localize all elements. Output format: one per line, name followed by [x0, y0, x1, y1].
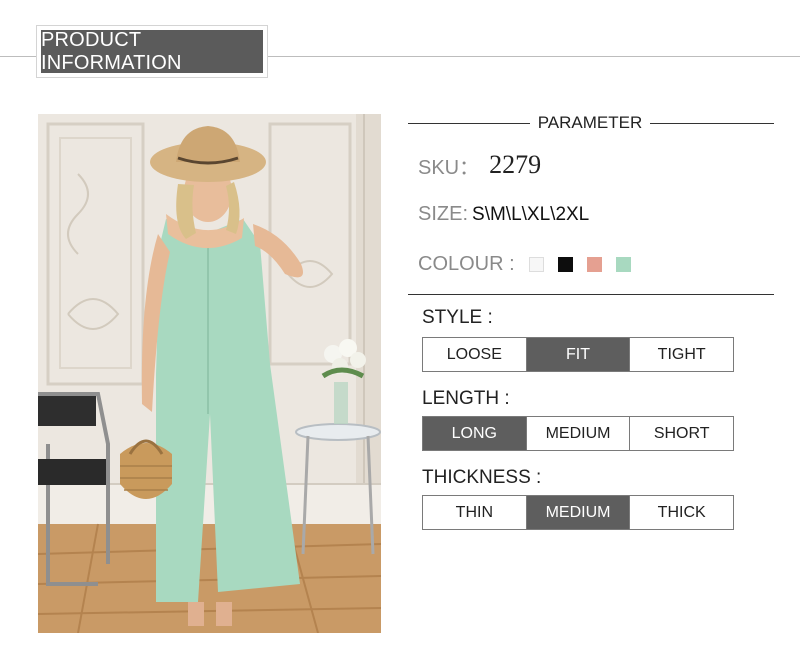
- size-label: SIZE:: [418, 203, 469, 225]
- length-option-medium[interactable]: MEDIUM: [526, 417, 631, 450]
- thickness-options: THIN MEDIUM THICK: [422, 495, 734, 530]
- heading-rule-left: [408, 123, 530, 124]
- colour-row: COLOUR :: [418, 253, 631, 276]
- thickness-option-thin[interactable]: THIN: [423, 496, 527, 529]
- style-option-loose[interactable]: LOOSE: [423, 338, 527, 371]
- length-options: LONG MEDIUM SHORT: [422, 416, 734, 451]
- length-option-short[interactable]: SHORT: [630, 417, 734, 450]
- length-option-long[interactable]: LONG: [423, 417, 527, 450]
- colour-swatch-pink[interactable]: [586, 257, 602, 272]
- parameter-heading: PARAMETER: [408, 112, 774, 136]
- style-option-tight[interactable]: TIGHT: [630, 338, 734, 371]
- size-row: SIZE: S\M\L\XL\2XL: [418, 203, 589, 226]
- style-label: STYLE :: [422, 307, 493, 328]
- parameter-divider: [408, 294, 774, 295]
- thickness-option-medium[interactable]: MEDIUM: [526, 496, 631, 529]
- sku-label: SKU：: [418, 156, 480, 179]
- sku-row: SKU： 2279: [418, 150, 541, 180]
- colour-swatch-black[interactable]: [557, 257, 573, 272]
- parameter-title: PARAMETER: [537, 113, 643, 132]
- thickness-label: THICKNESS :: [422, 467, 542, 488]
- style-option-fit[interactable]: FIT: [526, 338, 631, 371]
- colour-label: COLOUR :: [418, 253, 515, 275]
- heading-rule-right: [650, 123, 774, 124]
- section-header: PRODUCT INFORMATION: [36, 25, 268, 78]
- style-options: LOOSE FIT TIGHT: [422, 337, 734, 372]
- sku-value: 2279: [489, 150, 542, 179]
- size-value: S\M\L\XL\2XL: [472, 203, 590, 225]
- colour-swatch-white[interactable]: [528, 257, 544, 272]
- length-label: LENGTH :: [422, 388, 510, 409]
- section-title: PRODUCT INFORMATION: [41, 29, 263, 74]
- colour-swatch-mint[interactable]: [615, 257, 631, 272]
- thickness-option-thick[interactable]: THICK: [630, 496, 734, 529]
- product-photo: [38, 114, 381, 633]
